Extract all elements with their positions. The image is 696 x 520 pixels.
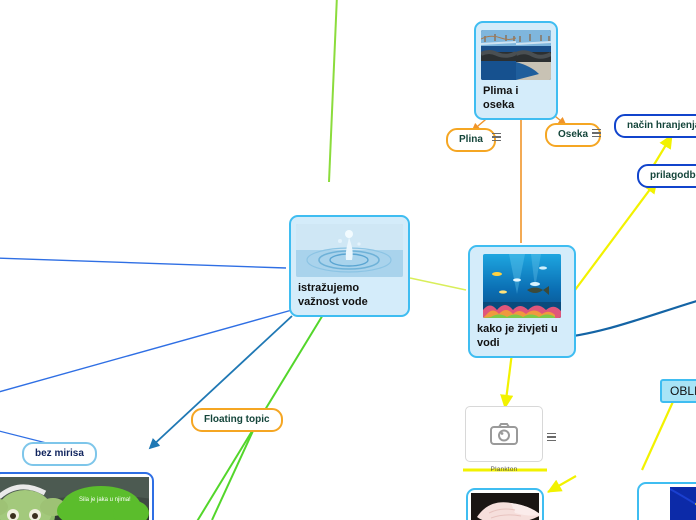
meme-image: Sila je jaka u njima! [0,477,149,520]
plankton-label: Plankton [490,466,518,473]
topic-floating[interactable]: Floating topic [191,408,283,432]
topic-forms[interactable]: OBLICI [660,379,696,403]
feeding-label: način hranjenja [627,120,696,131]
hamburger-icon[interactable] [592,129,601,137]
topic-high-tide[interactable]: Plina [446,128,496,152]
odourless-label: bez mirisa [35,448,84,459]
floating-label: Floating topic [204,414,270,425]
deep-blue-image [642,487,696,520]
topic-plankton[interactable]: Plankton [465,406,543,473]
plankton-image-placeholder[interactable] [465,406,543,462]
topic-life-in-water[interactable]: kako je živjeti u vodi [468,245,576,358]
tides-caption: Plima i oseka [483,85,519,111]
hamburger-icon[interactable] [547,433,556,441]
topic-odourless[interactable]: bez mirisa [22,442,97,466]
life-in-water-caption: kako je živjeti u vodi [477,323,558,349]
topic-center[interactable]: istražujemo važnost vode [289,215,410,317]
mindmap-canvas[interactable]: Plima i oseka Plina Oseka način hranjenj… [0,0,696,520]
topic-meme[interactable]: Sila je jaka u njima! [0,472,154,520]
fish-fin-image [471,493,539,520]
high-tide-label: Plina [459,134,483,145]
tides-thumbnail [481,30,551,80]
camera-icon [490,423,518,445]
life-in-water-thumbnail [483,254,561,318]
topic-feeding[interactable]: način hranjenja [614,114,696,138]
adaptation-label: prilagodbe [650,170,696,181]
center-caption: istražujemo važnost vode [298,282,368,308]
low-tide-label: Oseka [558,129,589,140]
meme-bubble-text: Sila je jaka u njima! [79,497,131,503]
topic-fish-fin[interactable] [466,488,544,520]
center-thumbnail [296,224,403,277]
topic-tides[interactable]: Plima i oseka [474,21,558,120]
topic-adaptation[interactable]: prilagodbe [637,164,696,188]
forms-label: OBLICI [670,384,696,398]
topic-deep-blue[interactable] [637,482,696,520]
hamburger-icon[interactable] [492,133,501,141]
